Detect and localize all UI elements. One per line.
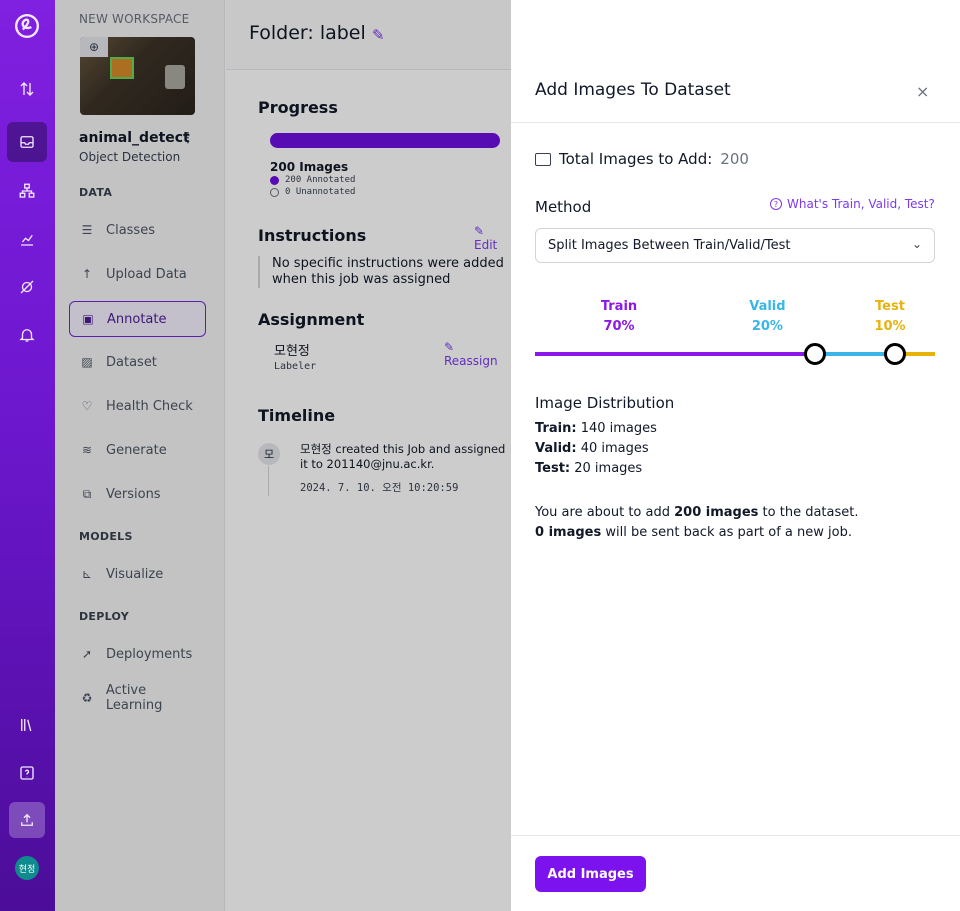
valid-test-slider-handle[interactable] bbox=[884, 343, 906, 365]
total-label: Total Images to Add: bbox=[559, 150, 713, 168]
method-selected-value: Split Images Between Train/Valid/Test bbox=[548, 238, 791, 253]
valid-dist-value: 40 images bbox=[580, 441, 649, 456]
valid-dist-label: Valid: bbox=[535, 441, 577, 456]
note-text: will be sent back as part of a new job. bbox=[601, 525, 852, 540]
note-count: 200 images bbox=[674, 505, 759, 520]
analytics-icon[interactable] bbox=[7, 219, 47, 259]
add-images-button[interactable]: Add Images bbox=[535, 856, 646, 892]
method-select[interactable]: Split Images Between Train/Valid/Test ⌄ bbox=[535, 228, 935, 263]
valid-percent: 20% bbox=[751, 319, 783, 334]
valid-split-label: Valid 20% bbox=[737, 297, 797, 337]
train-valid-test-help-link[interactable]: ? What's Train, Valid, Test? bbox=[770, 197, 935, 211]
bell-icon[interactable] bbox=[7, 315, 47, 355]
valid-track bbox=[815, 352, 895, 356]
inbox-icon[interactable] bbox=[7, 122, 47, 162]
test-dist-label: Test: bbox=[535, 461, 571, 476]
note-text: You are about to add bbox=[535, 505, 675, 520]
panel-title: Add Images To Dataset bbox=[535, 80, 731, 100]
train-track bbox=[535, 352, 815, 356]
total-images: Total Images to Add: 200 bbox=[535, 150, 749, 168]
sent-back-line: 0 images will be sent back as part of a … bbox=[535, 525, 852, 540]
image-icon bbox=[535, 152, 551, 166]
test-distribution: Test: 20 images bbox=[535, 461, 642, 476]
deploy-icon[interactable] bbox=[7, 267, 47, 307]
header-divider bbox=[511, 122, 960, 123]
sent-back-count: 0 images bbox=[535, 525, 602, 540]
train-dist-value: 140 images bbox=[580, 421, 657, 436]
footer-divider bbox=[511, 835, 960, 836]
workflow-icon[interactable] bbox=[7, 171, 47, 211]
add-images-panel: Add Images To Dataset × Total Images to … bbox=[511, 0, 960, 911]
chevron-down-icon: ⌄ bbox=[911, 237, 922, 251]
help-link-label: What's Train, Valid, Test? bbox=[787, 197, 935, 211]
test-label: Test bbox=[875, 299, 905, 314]
method-label: Method bbox=[535, 198, 592, 216]
add-summary-line: You are about to add 200 images to the d… bbox=[535, 505, 859, 520]
total-value: 200 bbox=[720, 150, 749, 168]
docs-icon[interactable] bbox=[7, 705, 47, 745]
upgrade-icon[interactable] bbox=[9, 802, 45, 838]
train-percent: 70% bbox=[603, 319, 635, 334]
icon-rail: 현정 bbox=[0, 0, 55, 911]
train-split-label: Train 70% bbox=[589, 297, 649, 337]
valid-distribution: Valid: 40 images bbox=[535, 441, 649, 456]
valid-label: Valid bbox=[749, 299, 786, 314]
logo-icon[interactable] bbox=[7, 6, 47, 46]
avatar[interactable]: 현정 bbox=[15, 856, 39, 880]
help-icon[interactable] bbox=[7, 753, 47, 793]
train-label: Train bbox=[600, 299, 638, 314]
test-dist-value: 20 images bbox=[574, 461, 643, 476]
train-dist-label: Train: bbox=[535, 421, 577, 436]
transfer-icon[interactable] bbox=[7, 69, 47, 109]
note-text: to the dataset. bbox=[758, 505, 859, 520]
train-distribution: Train: 140 images bbox=[535, 421, 657, 436]
modal-backdrop[interactable] bbox=[55, 0, 511, 911]
question-icon: ? bbox=[770, 198, 782, 210]
train-valid-slider-handle[interactable] bbox=[804, 343, 826, 365]
test-split-label: Test 10% bbox=[860, 297, 920, 337]
test-percent: 10% bbox=[874, 319, 906, 334]
close-icon[interactable]: × bbox=[916, 82, 929, 101]
distribution-title: Image Distribution bbox=[535, 394, 675, 412]
